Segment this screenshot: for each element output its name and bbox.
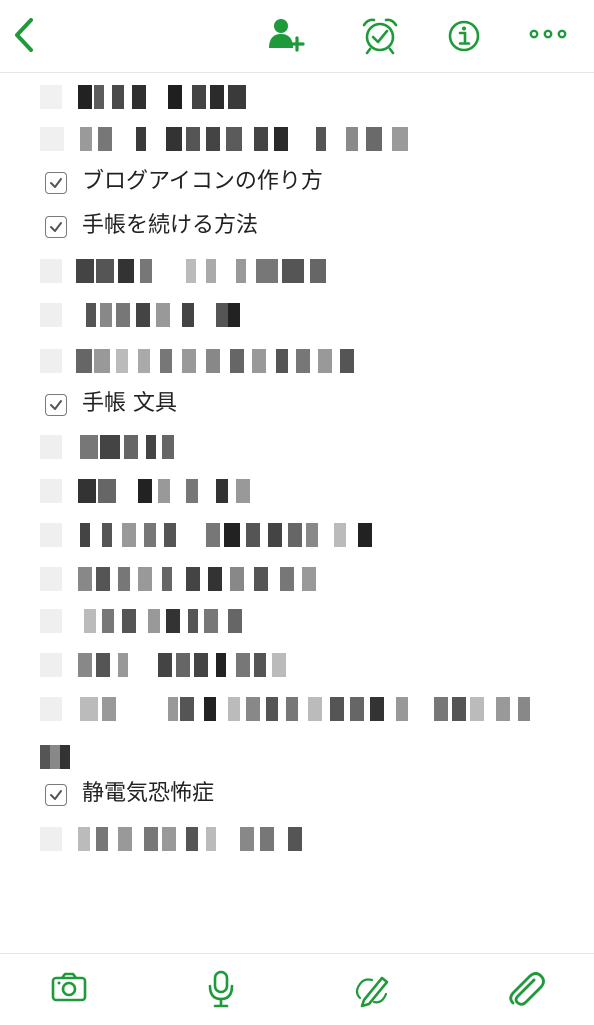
redacted-text-line	[0, 692, 594, 726]
checkbox-checked[interactable]	[45, 394, 67, 416]
redacted-text-line	[0, 604, 594, 638]
alarm-clock-icon[interactable]	[360, 16, 400, 56]
info-icon[interactable]	[444, 16, 484, 56]
redacted-text-line	[0, 518, 594, 552]
redacted-text-line	[0, 430, 594, 464]
back-chevron-icon[interactable]	[8, 14, 42, 58]
checklist-label: 手帳 文具	[82, 391, 177, 416]
checkbox-checked[interactable]	[45, 172, 67, 194]
checkbox-checked[interactable]	[45, 784, 67, 806]
checklist-item[interactable]: ブログアイコンの作り方	[0, 166, 594, 200]
redacted-text-line	[0, 254, 594, 288]
redacted-text-line	[0, 122, 594, 156]
checklist-item[interactable]: 手帳を続ける方法	[0, 210, 594, 244]
redacted-text-line	[0, 562, 594, 596]
checklist-label: 手帳を続ける方法	[82, 213, 259, 238]
camera-icon[interactable]	[50, 970, 88, 1006]
microphone-icon[interactable]	[204, 968, 240, 1008]
checklist-label: 静電気恐怖症	[82, 781, 215, 806]
checkbox-checked[interactable]	[45, 216, 67, 238]
paperclip-icon[interactable]	[506, 968, 546, 1008]
pen-sketch-icon[interactable]	[352, 968, 392, 1008]
checklist-label: ブログアイコンの作り方	[82, 169, 323, 194]
checklist-item[interactable]: 静電気恐怖症	[0, 778, 594, 812]
note-body[interactable]: ブログアイコンの作り方 手帳を続ける方法 手帳 文具 静電気恐怖症	[0, 74, 594, 952]
redacted-text-line	[0, 298, 594, 332]
bottom-toolbar	[0, 953, 594, 1025]
redacted-text-line	[0, 474, 594, 508]
redacted-text-line	[0, 648, 594, 682]
redacted-text-line	[0, 822, 594, 856]
checklist-item[interactable]: 手帳 文具	[0, 388, 594, 422]
top-toolbar	[0, 0, 594, 73]
redacted-text-line	[0, 740, 594, 774]
redacted-text-line	[0, 344, 594, 378]
redacted-text-line	[0, 80, 594, 114]
more-dots-icon[interactable]	[526, 16, 570, 56]
add-person-icon[interactable]	[266, 16, 308, 56]
